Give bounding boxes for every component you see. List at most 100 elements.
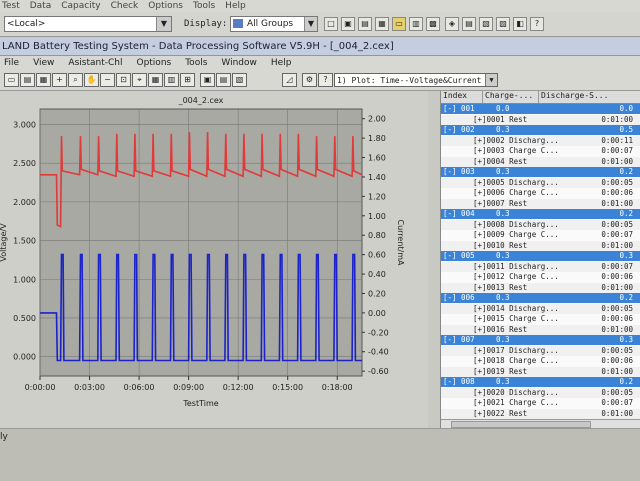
- step-row[interactable]: [+]0006 Charge C... 0:00:06: [441, 188, 640, 198]
- search-icon[interactable]: ⌕: [68, 73, 83, 87]
- chart-icon[interactable]: ◿: [282, 73, 297, 87]
- menu-help[interactable]: Help: [271, 58, 292, 68]
- step-row[interactable]: [+]0002 Discharg... 0:00:11: [441, 135, 640, 146]
- step-table: Index Charge-... Discharge-S... [-] 001 0.0…: [440, 91, 640, 429]
- menu-file[interactable]: File: [4, 58, 19, 68]
- step-row[interactable]: [+]0010 Rest 0:01:00: [441, 240, 640, 251]
- discharge-value: 0.2: [619, 167, 633, 176]
- step-row[interactable]: [+]0013 Rest 0:01:00: [441, 282, 640, 293]
- grid-icon[interactable]: ▦: [148, 73, 163, 87]
- help-icon[interactable]: ?: [530, 17, 544, 31]
- top-menu-help[interactable]: Help: [225, 1, 246, 11]
- plot-type-select[interactable]: 1) Plot: Time--Voltage&Current ▼: [334, 73, 498, 87]
- step-row[interactable]: [+]0007 Rest 0:01:00: [441, 198, 640, 209]
- location-select[interactable]: <Local> ▼: [4, 16, 172, 32]
- step-row[interactable]: [+]0016 Rest 0:01:00: [441, 324, 640, 335]
- charge-value: 0.3: [496, 125, 510, 134]
- step-row[interactable]: [+]0001 Rest 0:01:00: [441, 114, 640, 125]
- print-icon[interactable]: ▦: [36, 73, 51, 87]
- chevron-down-icon[interactable]: ▼: [485, 74, 497, 86]
- discharge-value: 0:01:00: [601, 114, 633, 124]
- discharge-value: 0:00:07: [601, 261, 633, 271]
- cycle-row[interactable]: [-] 006 0.3 0.2: [441, 293, 640, 303]
- column-header[interactable]: Index: [441, 91, 483, 103]
- layers-icon[interactable]: ▤: [216, 73, 231, 87]
- zoom-in-icon[interactable]: +: [52, 73, 67, 87]
- image-icon[interactable]: ▣: [200, 73, 215, 87]
- top-menu-capacity[interactable]: Capacity: [61, 1, 100, 11]
- menu-view[interactable]: View: [33, 58, 54, 68]
- step-row[interactable]: [+]0008 Discharg... 0:00:05: [441, 219, 640, 230]
- grid-icon[interactable]: ▩: [426, 17, 440, 31]
- settings-icon[interactable]: ⚙: [302, 73, 317, 87]
- cursor-icon[interactable]: ⌖: [132, 73, 147, 87]
- step-row[interactable]: [+]0022 Rest 0:01:00: [441, 408, 640, 419]
- menu-asistant-chl[interactable]: Asistant-Chl: [68, 58, 122, 68]
- column-header[interactable]: Discharge-S...: [539, 91, 640, 103]
- charge-value: 0.3: [496, 377, 510, 386]
- cycle-row[interactable]: [-] 004 0.3 0.2: [441, 209, 640, 219]
- y-right-tick-label: 2.00: [368, 115, 386, 124]
- discharge-value: 0:01:00: [601, 366, 633, 376]
- top-menu-data[interactable]: Data: [30, 1, 52, 11]
- step-label: [+]0006 Charge C...: [473, 188, 559, 197]
- compare-icon[interactable]: ⊞: [180, 73, 195, 87]
- step-row[interactable]: [+]0019 Rest 0:01:00: [441, 366, 640, 377]
- top-menu-tools[interactable]: Tools: [193, 1, 215, 11]
- cycle-row[interactable]: [-] 008 0.3 0.2: [441, 377, 640, 387]
- status-bar: [0, 428, 640, 481]
- y-right-tick-label: 0.40: [368, 270, 386, 279]
- cycle-row[interactable]: [-] 001 0.0 0.0: [441, 104, 640, 114]
- menu-window[interactable]: Window: [221, 58, 257, 68]
- cycle-row[interactable]: [-] 007 0.3 0.3: [441, 335, 640, 345]
- step-label: [+]0010 Rest: [473, 240, 528, 250]
- step-row[interactable]: [+]0015 Charge C... 0:00:06: [441, 314, 640, 324]
- step-row[interactable]: [+]0005 Discharg... 0:00:05: [441, 177, 640, 188]
- menu-options[interactable]: Options: [136, 58, 171, 68]
- top-menu-options[interactable]: Options: [148, 1, 183, 11]
- discharge-value: 0.2: [619, 377, 633, 386]
- print-icon[interactable]: ▤: [462, 17, 476, 31]
- tool-icon[interactable]: ◈: [445, 17, 459, 31]
- save-icon[interactable]: ▤: [20, 73, 35, 87]
- voltage-current-chart[interactable]: 0:00:00 0:03:00 0:06:00 0:09:00 0:12:00 0:15:…: [0, 91, 428, 428]
- step-row[interactable]: [+]0017 Discharg... 0:00:05: [441, 345, 640, 356]
- open-icon[interactable]: ▭: [4, 73, 19, 87]
- chevron-down-icon[interactable]: ▼: [156, 17, 171, 31]
- fit-icon[interactable]: ⊡: [116, 73, 131, 87]
- step-row[interactable]: [+]0004 Rest 0:01:00: [441, 156, 640, 167]
- zoom-out-icon[interactable]: −: [100, 73, 115, 87]
- chevron-down-icon[interactable]: ▼: [304, 17, 317, 31]
- column-header[interactable]: Charge-...: [483, 91, 539, 103]
- step-row[interactable]: [+]0020 Discharg... 0:00:05: [441, 387, 640, 398]
- copy-icon[interactable]: ▣: [341, 17, 355, 31]
- x-tick-label: 0:18:00: [322, 383, 353, 392]
- step-row[interactable]: [+]0021 Charge C... 0:00:07: [441, 398, 640, 408]
- table-icon[interactable]: ▥: [164, 73, 179, 87]
- settings-icon[interactable]: ◧: [513, 17, 527, 31]
- export-icon[interactable]: ▧: [232, 73, 247, 87]
- window-icon[interactable]: ▤: [358, 17, 372, 31]
- step-row[interactable]: [+]0009 Charge C... 0:00:07: [441, 230, 640, 240]
- image-icon[interactable]: ▧: [479, 17, 493, 31]
- menu-tools[interactable]: Tools: [185, 58, 207, 68]
- step-row[interactable]: [+]0012 Charge C... 0:00:06: [441, 272, 640, 282]
- display-select[interactable]: All Groups ▼: [230, 16, 318, 32]
- save-icon[interactable]: ▦: [375, 17, 389, 31]
- export-icon[interactable]: ▥: [409, 17, 423, 31]
- layout-icon[interactable]: ▨: [496, 17, 510, 31]
- step-row[interactable]: [+]0014 Discharg... 0:00:05: [441, 303, 640, 314]
- step-row[interactable]: [+]0003 Charge C... 0:00:07: [441, 146, 640, 156]
- top-menu-check[interactable]: Check: [111, 1, 139, 11]
- cycle-row[interactable]: [-] 005 0.3 0.3: [441, 251, 640, 261]
- step-row[interactable]: [+]0011 Discharg... 0:00:07: [441, 261, 640, 272]
- pan-icon[interactable]: ✋: [84, 73, 99, 87]
- cycle-row[interactable]: [-] 002 0.3 0.5: [441, 125, 640, 135]
- top-menu-test[interactable]: Test: [2, 1, 20, 11]
- step-row[interactable]: [+]0018 Charge C... 0:00:06: [441, 356, 640, 366]
- cycle-row[interactable]: [-] 003 0.3 0.2: [441, 167, 640, 177]
- scrollbar-thumb[interactable]: [451, 421, 591, 428]
- help-icon[interactable]: ?: [318, 73, 333, 87]
- folder-icon[interactable]: ▭: [392, 17, 406, 31]
- new-icon[interactable]: □: [324, 17, 338, 31]
